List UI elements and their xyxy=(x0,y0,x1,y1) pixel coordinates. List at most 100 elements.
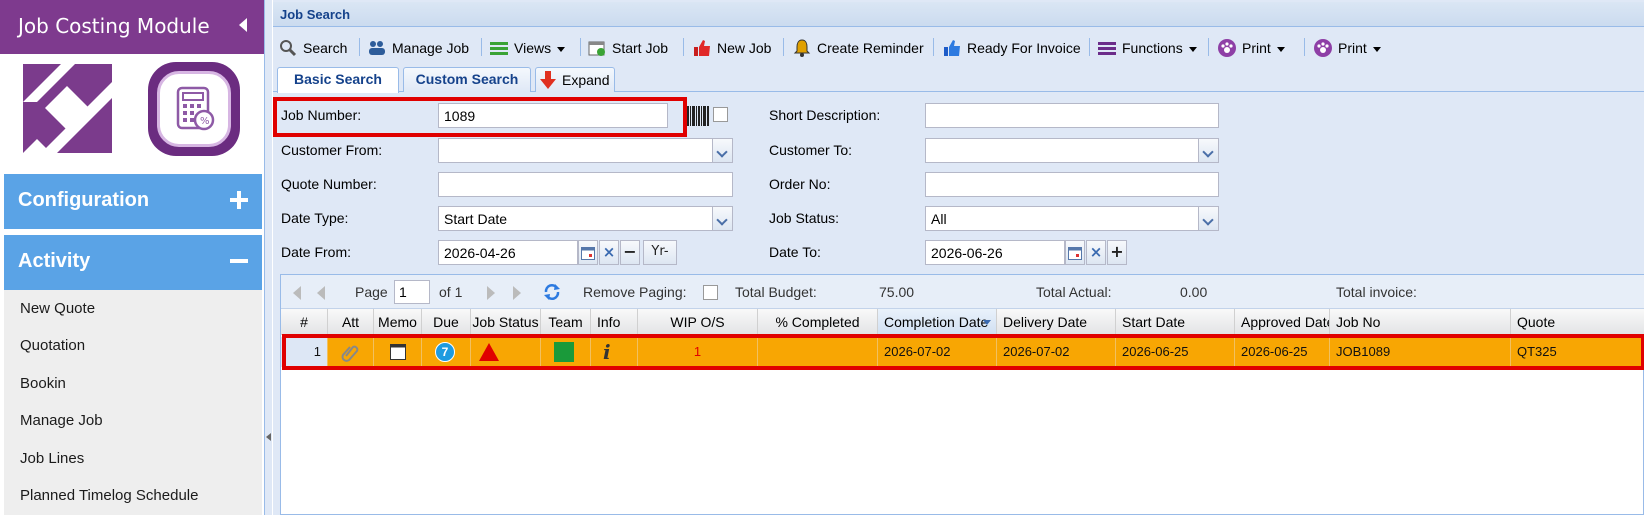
print-dropdown-2[interactable]: Print xyxy=(1314,36,1386,60)
page-count-label: of 1 xyxy=(439,284,463,300)
column-header-due[interactable]: Due xyxy=(422,309,471,335)
column-header-number[interactable]: # xyxy=(281,309,328,335)
thumbs-up-blue-icon xyxy=(944,40,960,56)
chevron-down-icon[interactable] xyxy=(713,138,733,163)
sort-desc-icon xyxy=(983,320,991,325)
toolbar-separator xyxy=(359,38,360,56)
chevron-down-icon[interactable] xyxy=(1199,138,1219,163)
order-no-input[interactable] xyxy=(925,172,1219,197)
menu-item-manage-job[interactable]: Manage Job xyxy=(20,412,103,429)
paging-toolbar: Page 1 of 1 Remove Paging: Total Budget:… xyxy=(281,275,1644,309)
panel-title: Job Search xyxy=(280,7,351,22)
column-header-att[interactable]: Att xyxy=(328,309,374,335)
date-type-label: Date Type: xyxy=(281,210,349,226)
search-button[interactable]: Search xyxy=(279,36,351,60)
panel-header: Job Search xyxy=(273,2,1644,27)
collapse-minus-icon[interactable] xyxy=(230,252,248,270)
bell-icon xyxy=(793,39,811,57)
toolbar-separator xyxy=(1089,38,1090,56)
toolbar-separator xyxy=(783,38,784,56)
svg-text:%: % xyxy=(200,116,210,127)
next-page-icon[interactable] xyxy=(487,286,495,300)
company-logo xyxy=(23,64,112,153)
barcode-icon[interactable] xyxy=(687,106,709,126)
column-header-wip-os[interactable]: WIP O/S xyxy=(638,309,758,335)
prev-page-icon[interactable] xyxy=(317,286,325,300)
annotation-highlight-job-number xyxy=(273,97,687,137)
accordion-activity[interactable]: Activity xyxy=(4,235,262,290)
column-header-quote[interactable]: Quote xyxy=(1511,309,1644,335)
date-from-label: Date From: xyxy=(281,244,352,260)
ready-for-invoice-button[interactable]: Ready For Invoice xyxy=(943,36,1081,60)
accordion-configuration[interactable]: Configuration xyxy=(4,174,262,229)
results-grid: Page 1 of 1 Remove Paging: Total Budget:… xyxy=(280,274,1644,515)
calendar-check-icon xyxy=(588,41,605,56)
magnifier-icon xyxy=(280,40,297,57)
date-from-input[interactable]: 2026-04-26 xyxy=(438,240,578,265)
clear-x-icon[interactable]: × xyxy=(599,240,619,265)
column-header-completed[interactable]: % Completed xyxy=(758,309,878,335)
date-to-label: Date To: xyxy=(769,244,821,260)
collapse-icon[interactable] xyxy=(239,18,247,32)
toolbar-separator xyxy=(481,38,482,56)
menu-item-planned-timelog[interactable]: Planned Timelog Schedule xyxy=(20,487,198,504)
new-job-button[interactable]: New Job xyxy=(693,36,771,60)
job-number-checkbox[interactable] xyxy=(713,107,728,122)
functions-list-icon xyxy=(1098,42,1116,55)
start-job-button[interactable]: Start Job xyxy=(588,36,668,60)
calculator-app-icon: % xyxy=(148,62,240,156)
remove-paging-checkbox[interactable] xyxy=(703,285,718,300)
page-number-input[interactable]: 1 xyxy=(394,280,430,304)
last-page-icon[interactable] xyxy=(513,286,521,300)
manage-job-button[interactable]: Manage Job xyxy=(368,36,469,60)
column-header-start-date[interactable]: Start Date xyxy=(1116,309,1235,335)
functions-dropdown[interactable]: Functions xyxy=(1098,36,1200,60)
column-header-delivery-date[interactable]: Delivery Date xyxy=(997,309,1116,335)
refresh-icon[interactable] xyxy=(543,283,561,301)
column-header-team[interactable]: Team xyxy=(541,309,591,335)
remove-paging-label: Remove Paging: xyxy=(583,284,687,300)
job-status-combo[interactable]: All xyxy=(925,206,1199,231)
calendar-icon[interactable] xyxy=(578,240,598,265)
views-dropdown[interactable]: Views xyxy=(490,36,572,60)
expand-button[interactable]: Expand xyxy=(535,67,615,92)
dropdown-arrow-icon xyxy=(1372,46,1381,52)
customer-to-combo[interactable] xyxy=(925,138,1199,163)
date-type-combo[interactable]: Start Date xyxy=(438,206,713,231)
tab-custom-search[interactable]: Custom Search xyxy=(403,67,531,92)
plus-icon[interactable]: + xyxy=(1107,240,1127,265)
column-header-approved-date[interactable]: Approved Date xyxy=(1235,309,1330,335)
sidebar-splitter[interactable] xyxy=(264,0,272,515)
expand-plus-icon[interactable] xyxy=(230,191,248,209)
customer-from-combo[interactable] xyxy=(438,138,713,163)
short-description-input[interactable] xyxy=(925,103,1219,128)
toolbar: Search Manage Job Views Start Job New Jo… xyxy=(273,34,1644,62)
menu-item-job-lines[interactable]: Job Lines xyxy=(20,450,84,467)
print-dropdown-1[interactable]: Print xyxy=(1218,36,1290,60)
tab-basic-search[interactable]: Basic Search xyxy=(277,67,399,93)
minus-icon[interactable]: − xyxy=(620,240,640,265)
first-page-icon[interactable] xyxy=(293,286,301,300)
menu-item-bookin[interactable]: Bookin xyxy=(20,375,66,392)
year-minus-button[interactable]: Yr- xyxy=(643,240,677,265)
menu-item-new-quote[interactable]: New Quote xyxy=(20,300,95,317)
accordion-label: Activity xyxy=(18,250,91,272)
sidebar-header: Job Costing Module xyxy=(0,0,269,54)
column-header-job-status[interactable]: Job Status xyxy=(471,309,541,335)
column-header-info[interactable]: Info xyxy=(591,309,638,335)
column-header-completion-date[interactable]: Completion Date xyxy=(878,309,997,335)
menu-item-quotation[interactable]: Quotation xyxy=(20,337,85,354)
create-reminder-button[interactable]: Create Reminder xyxy=(793,36,924,60)
quote-number-input[interactable] xyxy=(438,172,733,197)
column-header-memo[interactable]: Memo xyxy=(374,309,422,335)
dropdown-arrow-icon xyxy=(557,46,566,52)
column-header-job-no[interactable]: Job No xyxy=(1330,309,1511,335)
chevron-down-icon[interactable] xyxy=(713,206,733,231)
grid-header: # Att Memo Due Job Status Team Info WIP … xyxy=(281,309,1644,335)
total-budget-label: Total Budget: xyxy=(735,284,817,300)
arrow-down-icon xyxy=(540,71,556,89)
chevron-down-icon[interactable] xyxy=(1199,206,1219,231)
calendar-icon[interactable] xyxy=(1065,240,1085,265)
date-to-input[interactable]: 2026-06-26 xyxy=(925,240,1065,265)
clear-x-icon[interactable]: × xyxy=(1086,240,1106,265)
